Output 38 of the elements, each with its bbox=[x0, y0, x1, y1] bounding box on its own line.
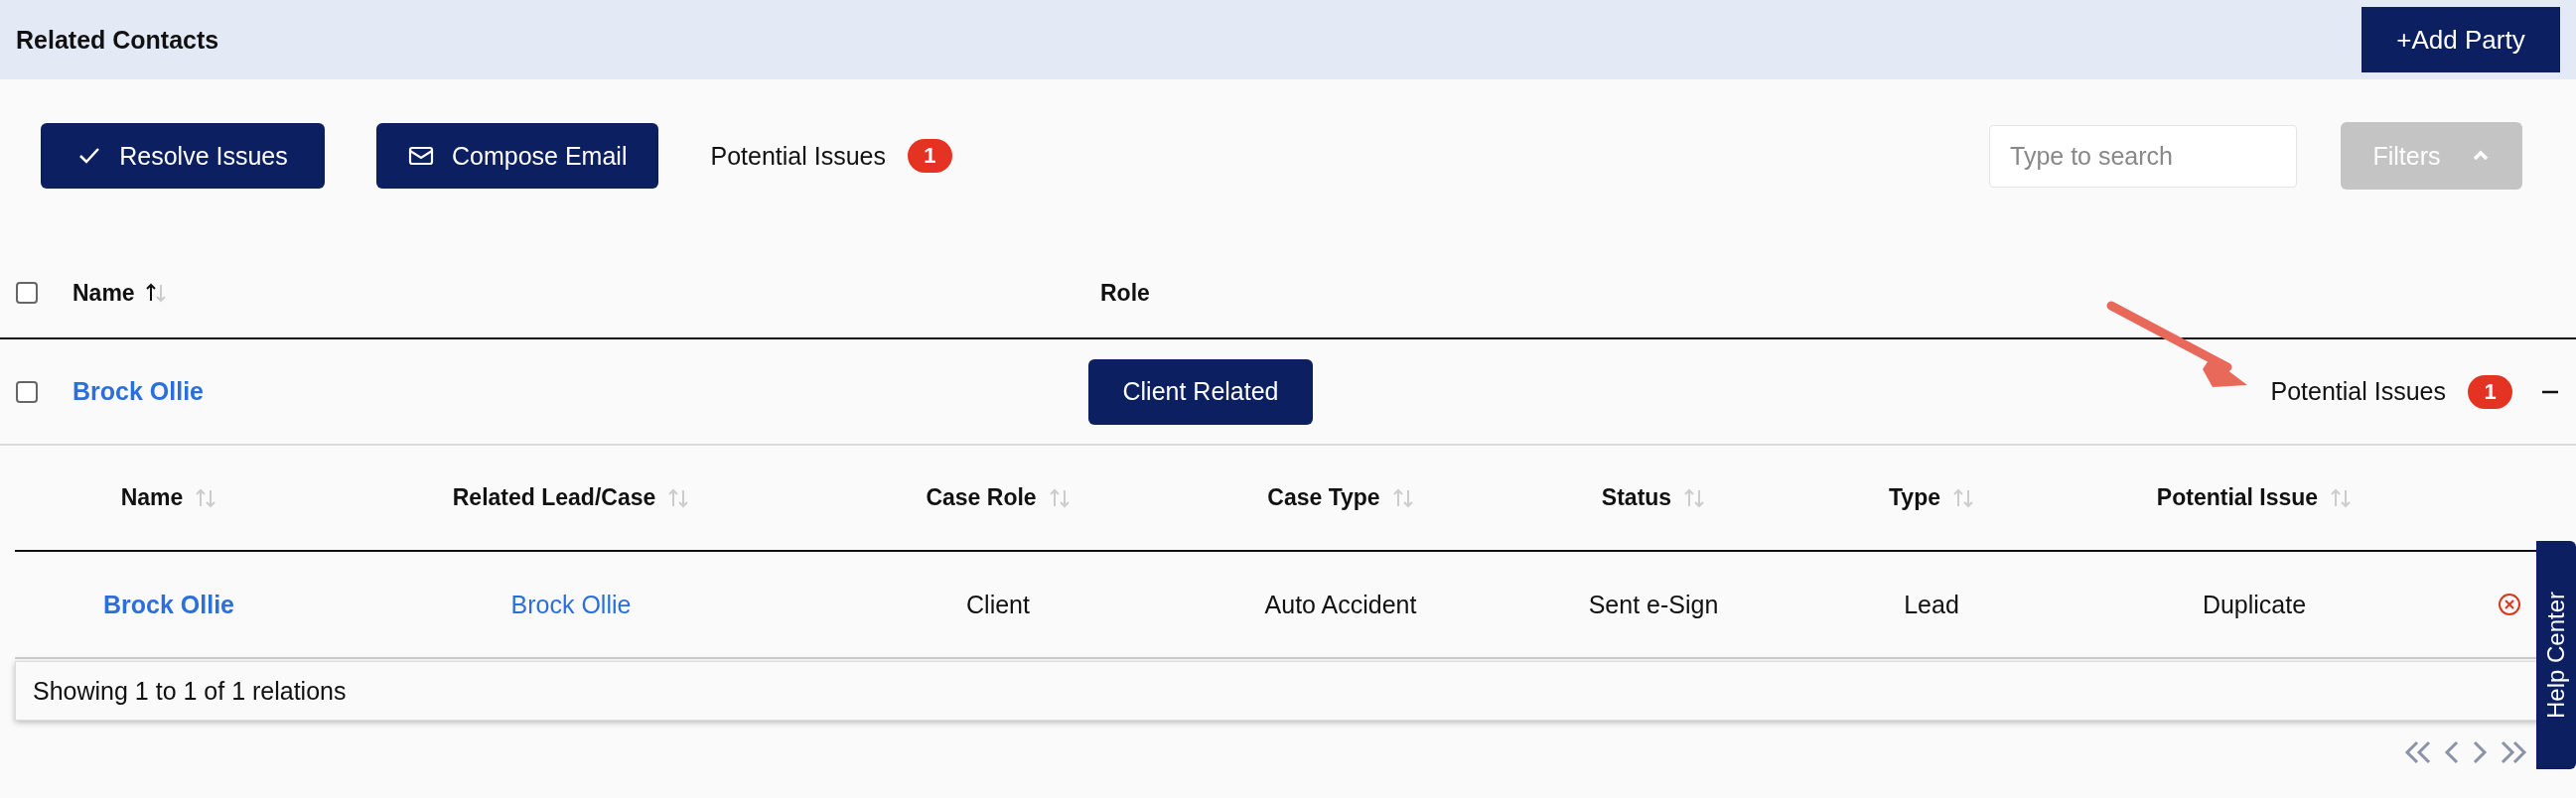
table-cell: Duplicate bbox=[2202, 590, 2307, 619]
remove-icon[interactable] bbox=[2498, 593, 2521, 616]
pagination-summary: Showing 1 to 1 of 1 relations bbox=[33, 676, 347, 706]
contact-name-link[interactable]: Brock Ollie bbox=[72, 377, 204, 405]
role-button[interactable]: Client Related bbox=[1088, 358, 1313, 425]
add-party-button[interactable]: +Add Party bbox=[2361, 7, 2560, 72]
column-header: Status bbox=[1601, 484, 1672, 511]
column-header: Related Lead/Case bbox=[452, 484, 656, 511]
previous-page-icon[interactable] bbox=[2443, 739, 2461, 765]
help-center-tab[interactable]: Help Center bbox=[2536, 541, 2576, 769]
resolve-issues-button[interactable]: Resolve Issues bbox=[41, 123, 325, 189]
checkbox[interactable] bbox=[16, 282, 38, 304]
issue-count-badge: 1 bbox=[2468, 374, 2512, 409]
checkbox[interactable] bbox=[16, 380, 38, 403]
column-header: Name bbox=[120, 484, 184, 511]
column-header: Role bbox=[1100, 279, 1150, 307]
case-link[interactable]: Brock Ollie bbox=[510, 590, 632, 619]
sort-icon[interactable] bbox=[144, 282, 167, 304]
potential-issues-label: Potential Issues bbox=[2270, 377, 2446, 406]
column-header: Type bbox=[1889, 484, 1940, 511]
potential-issues-label: Potential Issues bbox=[710, 141, 886, 171]
column-header: Name bbox=[72, 279, 135, 307]
issue-count-badge: 1 bbox=[907, 139, 952, 173]
compose-email-button[interactable]: Compose Email bbox=[376, 123, 659, 189]
column-header: Case Type bbox=[1267, 484, 1380, 511]
table-cell: Client bbox=[966, 590, 1030, 619]
envelope-icon bbox=[408, 145, 434, 167]
column-header: Potential Issue bbox=[2156, 484, 2319, 511]
section-title: Related Contacts bbox=[16, 25, 219, 55]
last-page-icon[interactable] bbox=[2499, 739, 2528, 765]
next-page-icon[interactable] bbox=[2471, 739, 2489, 765]
table-cell: Lead bbox=[1904, 590, 1959, 619]
column-header: Case Role bbox=[926, 484, 1037, 511]
first-page-icon[interactable] bbox=[2403, 739, 2433, 765]
table-cell: Auto Accident bbox=[1264, 590, 1417, 619]
table-cell: Sent e-Sign bbox=[1588, 590, 1719, 619]
contact-name-link[interactable]: Brock Ollie bbox=[103, 590, 234, 619]
search-field[interactable]: Type to search bbox=[1989, 124, 2297, 188]
